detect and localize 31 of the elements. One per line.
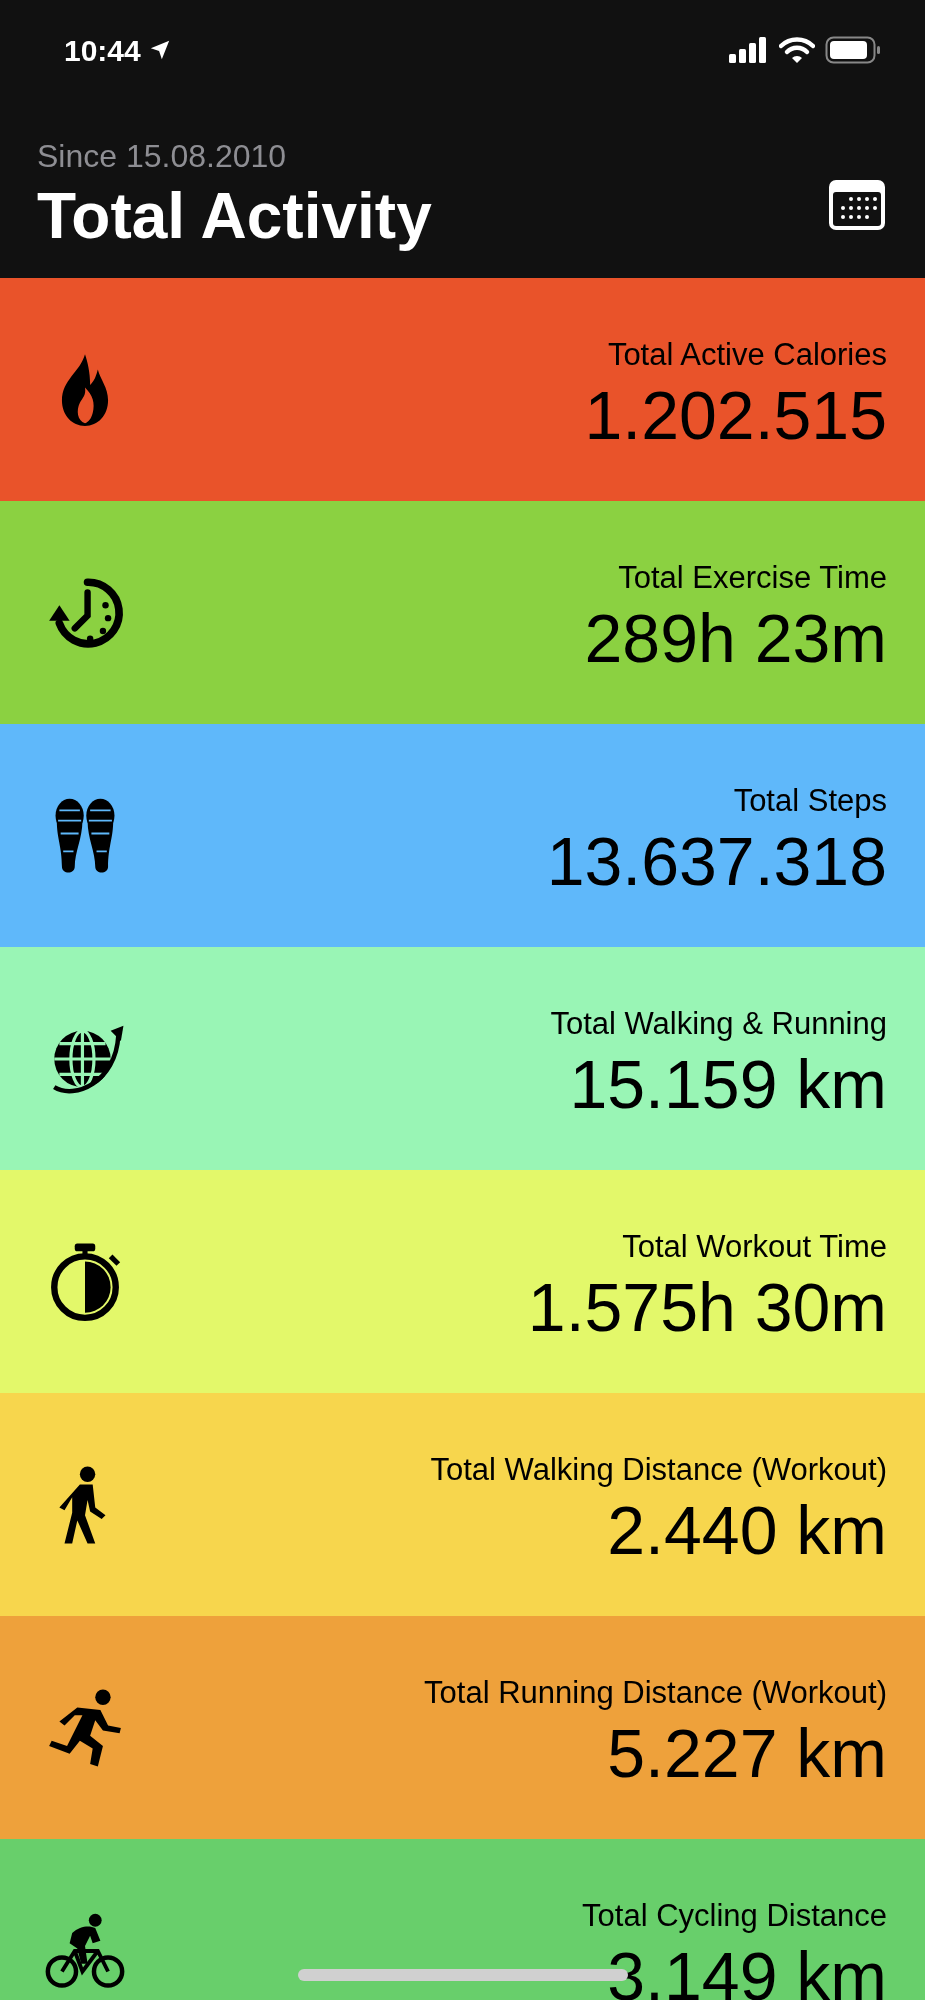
stat-label: Total Cycling Distance bbox=[582, 1897, 887, 1936]
status-time: 10:44 bbox=[64, 32, 141, 69]
battery-icon bbox=[825, 36, 881, 64]
header-subtitle: Since 15.08.2010 bbox=[37, 137, 288, 176]
stat-value: 2.440 km bbox=[607, 1495, 887, 1564]
stat-value: 5.227 km bbox=[607, 1718, 887, 1787]
stat-label: Total Running Distance (Workout) bbox=[424, 1674, 887, 1713]
stat-value: 3.149 km bbox=[607, 1941, 887, 2000]
stat-value: 289h 23m bbox=[584, 603, 887, 672]
stat-card[interactable]: Total Walking & Running 15.159 km bbox=[0, 947, 925, 1170]
stat-card[interactable]: Total Walking Distance (Workout) 2.440 km bbox=[0, 1393, 925, 1616]
stat-card[interactable]: Total Running Distance (Workout) 5.227 km bbox=[0, 1616, 925, 1839]
stat-label: Total Active Calories bbox=[607, 336, 887, 375]
stat-value: 15.159 km bbox=[569, 1049, 887, 1118]
stat-label: Total Walking & Running bbox=[550, 1005, 887, 1044]
signal-icon bbox=[729, 37, 769, 63]
stat-card[interactable]: Total Cycling Distance 3.149 km bbox=[0, 1839, 925, 2000]
calendar-icon[interactable] bbox=[829, 180, 885, 230]
stat-card[interactable]: Total Steps 13.637.318 bbox=[0, 724, 925, 947]
stat-card[interactable]: Total Exercise Time 289h 23m bbox=[0, 501, 925, 724]
stat-value: 13.637.318 bbox=[546, 826, 887, 895]
stat-card[interactable]: Total Workout Time 1.575h 30m bbox=[0, 1170, 925, 1393]
stat-card[interactable]: Total Active Calories 1.202.515 bbox=[0, 278, 925, 501]
stat-label: Total Exercise Time bbox=[618, 559, 887, 598]
page-title: Total Activity bbox=[37, 179, 432, 254]
stat-label: Total Workout Time bbox=[622, 1228, 887, 1267]
stat-value: 1.202.515 bbox=[584, 380, 887, 449]
stat-label: Total Walking Distance (Workout) bbox=[430, 1451, 887, 1490]
stat-label: Total Steps bbox=[733, 782, 887, 821]
wifi-icon bbox=[779, 37, 815, 63]
stat-value: 1.575h 30m bbox=[527, 1272, 887, 1341]
